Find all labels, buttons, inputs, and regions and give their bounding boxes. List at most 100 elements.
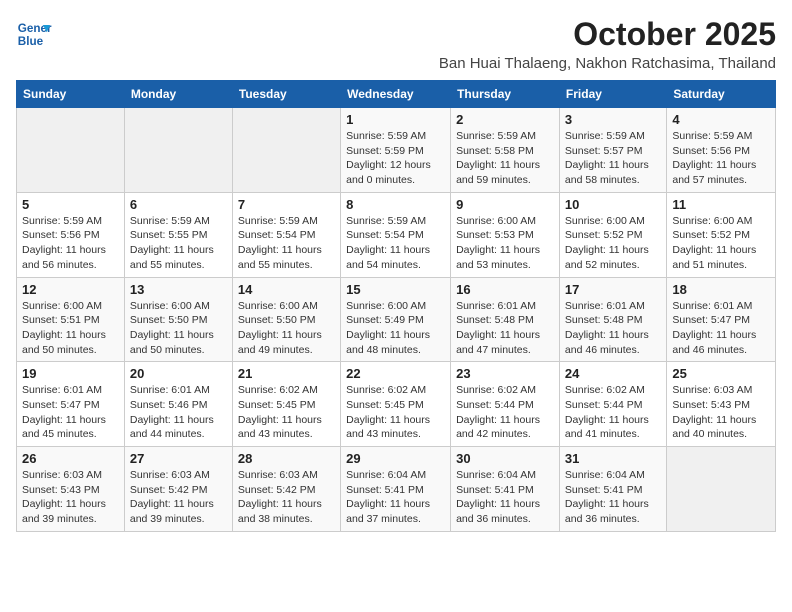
day-number: 22 <box>346 366 445 381</box>
day-number: 13 <box>130 282 227 297</box>
month-title: October 2025 <box>439 16 776 53</box>
day-info: Sunrise: 6:02 AMSunset: 5:45 PMDaylight:… <box>238 383 335 442</box>
calendar-week-row: 12 Sunrise: 6:00 AMSunset: 5:51 PMDayligh… <box>17 277 776 362</box>
logo: General Blue <box>16 16 52 52</box>
calendar-cell: 13 Sunrise: 6:00 AMSunset: 5:50 PMDayligh… <box>124 277 232 362</box>
day-number: 21 <box>238 366 335 381</box>
calendar-table: SundayMondayTuesdayWednesdayThursdayFrid… <box>16 80 776 532</box>
day-number: 6 <box>130 197 227 212</box>
day-info: Sunrise: 6:01 AMSunset: 5:48 PMDaylight:… <box>456 299 554 358</box>
day-number: 1 <box>346 112 445 127</box>
day-number: 9 <box>456 197 554 212</box>
day-number: 18 <box>672 282 770 297</box>
calendar-cell: 17 Sunrise: 6:01 AMSunset: 5:48 PMDayligh… <box>559 277 666 362</box>
day-info: Sunrise: 5:59 AMSunset: 5:58 PMDaylight:… <box>456 129 554 188</box>
day-info: Sunrise: 5:59 AMSunset: 5:54 PMDaylight:… <box>238 214 335 273</box>
calendar-cell: 18 Sunrise: 6:01 AMSunset: 5:47 PMDayligh… <box>667 277 776 362</box>
weekday-header-monday: Monday <box>124 81 232 108</box>
calendar-cell: 20Sunrise: 6:01 AMSunset: 5:46 PMDayligh… <box>124 362 232 447</box>
day-number: 5 <box>22 197 119 212</box>
day-number: 11 <box>672 197 770 212</box>
calendar-cell: 8Sunrise: 5:59 AMSunset: 5:54 PMDaylight… <box>341 192 451 277</box>
day-info: Sunrise: 6:00 AMSunset: 5:51 PMDaylight:… <box>22 299 119 358</box>
weekday-header-friday: Friday <box>559 81 666 108</box>
day-number: 10 <box>565 197 661 212</box>
location-subtitle: Ban Huai Thalaeng, Nakhon Ratchasima, Th… <box>439 55 776 72</box>
calendar-cell: 22 Sunrise: 6:02 AMSunset: 5:45 PMDayligh… <box>341 362 451 447</box>
day-info: Sunrise: 6:04 AMSunset: 5:41 PMDaylight:… <box>565 468 661 527</box>
day-number: 17 <box>565 282 661 297</box>
page-header: General Blue October 2025 Ban Huai Thala… <box>16 16 776 72</box>
calendar-cell: 24Sunrise: 6:02 AMSunset: 5:44 PMDayligh… <box>559 362 666 447</box>
day-info: Sunrise: 6:03 AMSunset: 5:42 PMDaylight:… <box>130 468 227 527</box>
day-info: Sunrise: 6:02 AMSunset: 5:44 PMDaylight:… <box>456 383 554 442</box>
day-info: Sunrise: 6:00 AMSunset: 5:52 PMDaylight:… <box>565 214 661 273</box>
calendar-cell: 6 Sunrise: 5:59 AMSunset: 5:55 PMDaylight… <box>124 192 232 277</box>
calendar-cell: 28 Sunrise: 6:03 AMSunset: 5:42 PMDayligh… <box>232 447 340 532</box>
day-info: Sunrise: 6:01 AMSunset: 5:47 PMDaylight:… <box>672 299 770 358</box>
calendar-cell: 26 Sunrise: 6:03 AMSunset: 5:43 PMDayligh… <box>17 447 125 532</box>
weekday-header-tuesday: Tuesday <box>232 81 340 108</box>
calendar-cell: 14 Sunrise: 6:00 AMSunset: 5:50 PMDayligh… <box>232 277 340 362</box>
calendar-cell: 19Sunrise: 6:01 AMSunset: 5:47 PMDayligh… <box>17 362 125 447</box>
day-number: 23 <box>456 366 554 381</box>
calendar-cell: 25Sunrise: 6:03 AMSunset: 5:43 PMDayligh… <box>667 362 776 447</box>
calendar-week-row: 26 Sunrise: 6:03 AMSunset: 5:43 PMDayligh… <box>17 447 776 532</box>
day-info: Sunrise: 5:59 AMSunset: 5:56 PMDaylight:… <box>672 129 770 188</box>
calendar-cell: 7 Sunrise: 5:59 AMSunset: 5:54 PMDaylight… <box>232 192 340 277</box>
day-number: 28 <box>238 451 335 466</box>
calendar-cell <box>667 447 776 532</box>
day-number: 20 <box>130 366 227 381</box>
calendar-cell: 5 Sunrise: 5:59 AMSunset: 5:56 PMDaylight… <box>17 192 125 277</box>
day-info: Sunrise: 6:03 AMSunset: 5:42 PMDaylight:… <box>238 468 335 527</box>
calendar-week-row: 19Sunrise: 6:01 AMSunset: 5:47 PMDayligh… <box>17 362 776 447</box>
weekday-header-thursday: Thursday <box>451 81 560 108</box>
weekday-header-row: SundayMondayTuesdayWednesdayThursdayFrid… <box>17 81 776 108</box>
day-info: Sunrise: 5:59 AMSunset: 5:57 PMDaylight:… <box>565 129 661 188</box>
day-info: Sunrise: 6:00 AMSunset: 5:50 PMDaylight:… <box>238 299 335 358</box>
day-number: 7 <box>238 197 335 212</box>
day-number: 12 <box>22 282 119 297</box>
day-number: 24 <box>565 366 661 381</box>
day-info: Sunrise: 6:01 AMSunset: 5:48 PMDaylight:… <box>565 299 661 358</box>
day-number: 15 <box>346 282 445 297</box>
day-number: 30 <box>456 451 554 466</box>
calendar-cell: 3 Sunrise: 5:59 AMSunset: 5:57 PMDaylight… <box>559 108 666 193</box>
day-info: Sunrise: 5:59 AMSunset: 5:56 PMDaylight:… <box>22 214 119 273</box>
day-number: 3 <box>565 112 661 127</box>
svg-text:Blue: Blue <box>18 35 44 48</box>
day-number: 26 <box>22 451 119 466</box>
calendar-cell: 30Sunrise: 6:04 AMSunset: 5:41 PMDayligh… <box>451 447 560 532</box>
day-info: Sunrise: 6:03 AMSunset: 5:43 PMDaylight:… <box>22 468 119 527</box>
calendar-cell: 12 Sunrise: 6:00 AMSunset: 5:51 PMDayligh… <box>17 277 125 362</box>
calendar-cell: 31Sunrise: 6:04 AMSunset: 5:41 PMDayligh… <box>559 447 666 532</box>
calendar-cell: 1 Sunrise: 5:59 AMSunset: 5:59 PMDaylight… <box>341 108 451 193</box>
day-number: 16 <box>456 282 554 297</box>
calendar-cell <box>17 108 125 193</box>
calendar-cell: 15 Sunrise: 6:00 AMSunset: 5:49 PMDayligh… <box>341 277 451 362</box>
day-info: Sunrise: 6:03 AMSunset: 5:43 PMDaylight:… <box>672 383 770 442</box>
day-number: 14 <box>238 282 335 297</box>
calendar-cell: 29Sunrise: 6:04 AMSunset: 5:41 PMDayligh… <box>341 447 451 532</box>
title-block: October 2025 Ban Huai Thalaeng, Nakhon R… <box>439 16 776 72</box>
day-number: 8 <box>346 197 445 212</box>
day-number: 2 <box>456 112 554 127</box>
calendar-cell: 27 Sunrise: 6:03 AMSunset: 5:42 PMDayligh… <box>124 447 232 532</box>
day-info: Sunrise: 5:59 AMSunset: 5:55 PMDaylight:… <box>130 214 227 273</box>
day-number: 19 <box>22 366 119 381</box>
calendar-cell: 23 Sunrise: 6:02 AMSunset: 5:44 PMDayligh… <box>451 362 560 447</box>
day-info: Sunrise: 6:00 AMSunset: 5:50 PMDaylight:… <box>130 299 227 358</box>
day-info: Sunrise: 5:59 AMSunset: 5:59 PMDaylight:… <box>346 129 445 188</box>
calendar-week-row: 5 Sunrise: 5:59 AMSunset: 5:56 PMDaylight… <box>17 192 776 277</box>
calendar-cell: 4Sunrise: 5:59 AMSunset: 5:56 PMDaylight… <box>667 108 776 193</box>
day-number: 27 <box>130 451 227 466</box>
weekday-header-saturday: Saturday <box>667 81 776 108</box>
weekday-header-wednesday: Wednesday <box>341 81 451 108</box>
calendar-cell: 9Sunrise: 6:00 AMSunset: 5:53 PMDaylight… <box>451 192 560 277</box>
calendar-cell: 21 Sunrise: 6:02 AMSunset: 5:45 PMDayligh… <box>232 362 340 447</box>
day-info: Sunrise: 6:00 AMSunset: 5:49 PMDaylight:… <box>346 299 445 358</box>
weekday-header-sunday: Sunday <box>17 81 125 108</box>
day-info: Sunrise: 6:02 AMSunset: 5:45 PMDaylight:… <box>346 383 445 442</box>
calendar-cell: 16 Sunrise: 6:01 AMSunset: 5:48 PMDayligh… <box>451 277 560 362</box>
calendar-week-row: 1 Sunrise: 5:59 AMSunset: 5:59 PMDaylight… <box>17 108 776 193</box>
